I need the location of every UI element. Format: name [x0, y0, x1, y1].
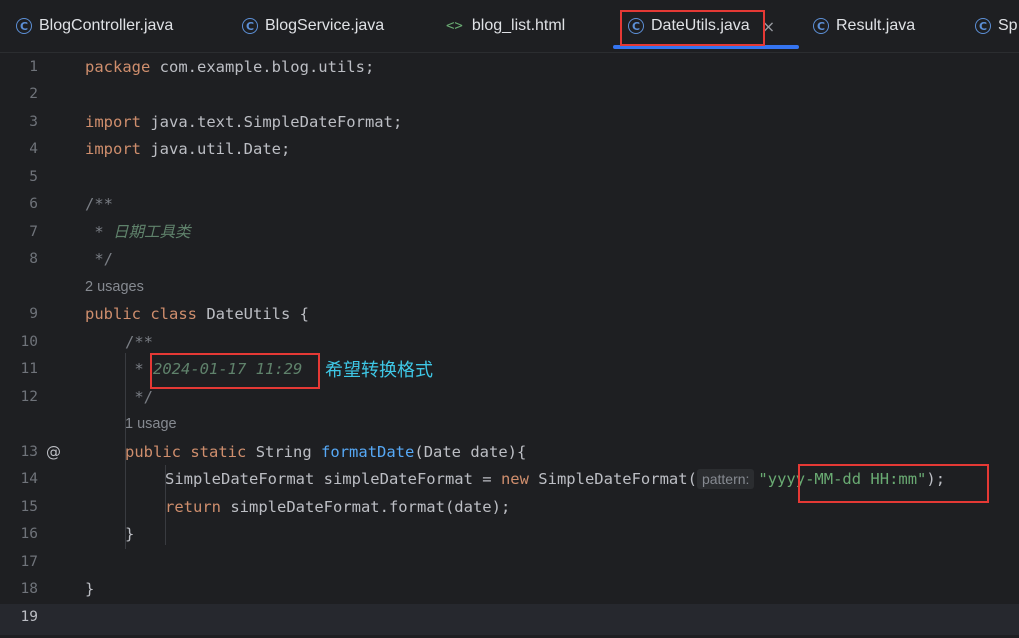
- comment: /**: [125, 333, 153, 351]
- tab-blog-list-html[interactable]: <> blog_list.html: [446, 0, 565, 52]
- code-line: 6 /**: [0, 191, 1019, 218]
- comment: */: [125, 388, 153, 406]
- line-number: 18: [20, 581, 38, 597]
- current-line[interactable]: 19: [0, 604, 1019, 635]
- code-line: 5: [0, 164, 1019, 191]
- html-icon: <>: [446, 18, 463, 34]
- code-line: 13 @ public static String formatDate(Dat…: [0, 439, 1019, 466]
- line-number: 1: [29, 59, 38, 75]
- line-number: 15: [20, 499, 38, 515]
- line-number: 5: [29, 169, 38, 185]
- code-text: java.util.Date;: [141, 140, 291, 158]
- code-text: }: [85, 580, 95, 598]
- code-text: }: [125, 525, 135, 543]
- tab-overflow[interactable]: C Sp: [975, 0, 1018, 52]
- line-number: 12: [20, 389, 38, 405]
- tab-label: BlogService.java: [265, 17, 385, 34]
- comment-prefix: *: [85, 223, 113, 241]
- doc-comment: 日期工具类: [113, 223, 191, 241]
- code-line: 8 */: [0, 246, 1019, 273]
- override-at-icon[interactable]: @: [46, 439, 61, 466]
- highlight-box-tab: [620, 10, 765, 46]
- comment: */: [85, 250, 113, 268]
- code-text: SimpleDateFormat(: [528, 470, 697, 488]
- highlight-box-date: [150, 353, 320, 389]
- keyword: class: [150, 305, 198, 323]
- line-number: 9: [29, 306, 38, 322]
- code-text: SimpleDateFormat simpleDateFormat =: [165, 470, 501, 488]
- code-text: simpleDateFormat.format(date);: [221, 498, 511, 516]
- keyword: package: [85, 58, 151, 76]
- editor-tab-bar: C BlogController.java C BlogService.java…: [0, 0, 1019, 53]
- tab-blog-controller[interactable]: C BlogController.java: [16, 0, 173, 52]
- code-line: 4 import java.util.Date;: [0, 136, 1019, 163]
- code-line: 18 }: [0, 576, 1019, 603]
- line-number: 10: [20, 334, 38, 350]
- line-number: 16: [20, 526, 38, 542]
- tab-blog-service[interactable]: C BlogService.java: [242, 0, 384, 52]
- keyword: return: [165, 498, 221, 516]
- tab-result[interactable]: C Result.java: [813, 0, 915, 52]
- line-number: 2: [29, 86, 38, 102]
- line-number: 17: [20, 554, 38, 570]
- code-line: 2: [0, 81, 1019, 108]
- line-number: 11: [20, 361, 38, 377]
- code-line: 10 /**: [0, 329, 1019, 356]
- tab-label: Sp: [998, 17, 1018, 34]
- tab-label: Result.java: [836, 17, 916, 34]
- usages-hint[interactable]: 2 usages: [85, 274, 144, 301]
- code-line: 7 * 日期工具类: [0, 219, 1019, 246]
- type-name: String: [255, 443, 312, 461]
- annotation-label: 希望转换格式: [325, 360, 433, 381]
- keyword: import: [85, 140, 141, 158]
- class-c-icon: C: [813, 18, 829, 34]
- code-editor[interactable]: 1 package com.example.blog.utils; 2 3 im…: [0, 53, 1019, 638]
- code-text: java.text.SimpleDateFormat;: [141, 113, 403, 131]
- class-c-icon: C: [975, 18, 991, 34]
- class-c-icon: C: [16, 18, 32, 34]
- code-line: 9 public class DateUtils {: [0, 301, 1019, 328]
- class-c-icon: C: [242, 18, 258, 34]
- code-text: DateUtils {: [197, 305, 309, 323]
- parameter-hint: pattern:: [696, 469, 755, 489]
- keyword: new: [500, 470, 529, 488]
- code-line: 3 import java.text.SimpleDateFormat;: [0, 109, 1019, 136]
- line-number: 19: [20, 609, 38, 625]
- keyword: static: [190, 443, 247, 461]
- tab-label: BlogController.java: [39, 17, 174, 34]
- line-number: 3: [29, 114, 38, 130]
- keyword: public: [125, 443, 181, 461]
- line-number: 4: [29, 141, 38, 157]
- keyword: public: [85, 305, 141, 323]
- code-line: 2 usages: [0, 274, 1019, 301]
- line-number: 7: [29, 224, 38, 240]
- line-number: 13: [20, 444, 38, 460]
- keyword: import: [85, 113, 141, 131]
- comment: /**: [85, 195, 113, 213]
- code-line: 1 package com.example.blog.utils;: [0, 54, 1019, 81]
- line-number: 8: [29, 251, 38, 267]
- code-line: 17: [0, 549, 1019, 576]
- line-number: 14: [20, 471, 38, 487]
- method-name: formatDate: [321, 443, 415, 461]
- code-text: (Date date){: [414, 443, 527, 461]
- comment-prefix: *: [125, 360, 153, 378]
- code-line: 1 usage: [0, 411, 1019, 438]
- line-number: 6: [29, 196, 38, 212]
- code-text: com.example.blog.utils;: [150, 58, 375, 76]
- code-line: 16 }: [0, 521, 1019, 548]
- highlight-box-pattern: [798, 464, 989, 503]
- tab-label: blog_list.html: [471, 17, 566, 34]
- usages-hint[interactable]: 1 usage: [125, 411, 177, 438]
